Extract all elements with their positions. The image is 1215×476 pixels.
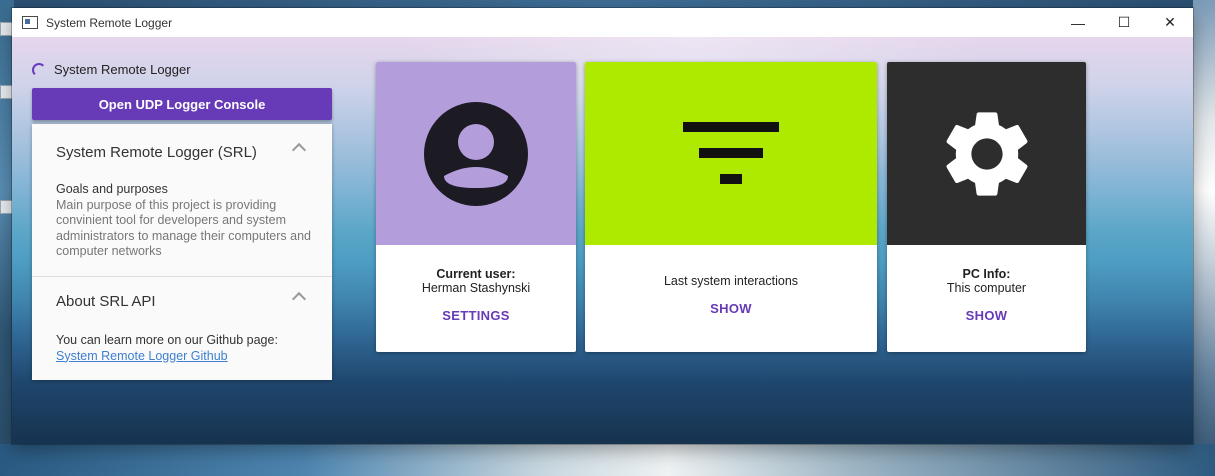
desktop-background-bottom (0, 444, 1215, 476)
pc-info-value: This computer (946, 281, 1027, 295)
card-media (376, 62, 576, 245)
app-window: System Remote Logger — ☐ ✕ System Remote… (12, 8, 1193, 444)
window-controls: — ☐ ✕ (1055, 8, 1193, 37)
current-user-card: Current user: Herman Stashynski SETTINGS (376, 62, 576, 352)
maximize-button[interactable]: ☐ (1101, 8, 1147, 37)
accordion-body-srl: Goals and purposes Main purpose of this … (56, 182, 312, 260)
app-window-icon (22, 16, 38, 29)
show-interactions-button[interactable]: SHOW (585, 301, 877, 316)
main-content: System Remote Logger Open UDP Logger Con… (12, 37, 1193, 444)
section-text: You can learn more on our Github page: (56, 333, 278, 347)
accordion-title: About SRL API (56, 292, 156, 310)
card-title: PC Info: (962, 267, 1011, 281)
chevron-up-icon (291, 142, 307, 158)
title-bar[interactable]: System Remote Logger — ☐ ✕ (12, 8, 1193, 38)
section-subtitle: Goals and purposes (56, 182, 168, 196)
brand-label: System Remote Logger (54, 62, 191, 77)
settings-button[interactable]: SETTINGS (376, 308, 576, 323)
loading-spinner-icon (32, 62, 46, 77)
accordion-header-srl[interactable]: System Remote Logger (SRL) (32, 137, 332, 167)
close-button[interactable]: ✕ (1147, 8, 1193, 37)
filter-list-icon (683, 121, 779, 184)
window-title: System Remote Logger (46, 15, 173, 30)
desktop-background-top (0, 0, 1215, 8)
show-pc-info-button[interactable]: SHOW (887, 308, 1086, 323)
card-media (585, 62, 877, 245)
open-udp-console-button[interactable]: Open UDP Logger Console (32, 88, 332, 120)
minimize-button[interactable]: — (1055, 8, 1101, 37)
current-user-name: Herman Stashynski (421, 281, 531, 295)
settings-gear-icon (946, 111, 1027, 196)
card-body: PC Info: This computer (887, 267, 1086, 295)
card-title: Last system interactions (663, 274, 799, 288)
accordion-title: System Remote Logger (SRL) (56, 143, 257, 161)
accordion-body-api: You can learn more on our Github page: S… (56, 333, 312, 364)
section-description: Main purpose of this project is providin… (56, 197, 311, 259)
card-title: Current user: (436, 267, 516, 281)
github-link[interactable]: System Remote Logger Github (56, 349, 312, 365)
pc-info-card: PC Info: This computer SHOW (887, 62, 1086, 352)
interactions-card: Last system interactions SHOW (585, 62, 877, 352)
chevron-up-icon (291, 291, 307, 307)
desktop-background-right (1193, 0, 1215, 476)
info-accordion: System Remote Logger (SRL) Goals and pur… (32, 124, 332, 380)
brand-header: System Remote Logger (32, 62, 191, 77)
card-body: Last system interactions (585, 274, 877, 288)
accordion-divider (32, 276, 332, 277)
card-body: Current user: Herman Stashynski (376, 267, 576, 295)
account-circle-icon (424, 101, 528, 206)
accordion-header-api[interactable]: About SRL API (32, 286, 332, 316)
card-media (887, 62, 1086, 245)
